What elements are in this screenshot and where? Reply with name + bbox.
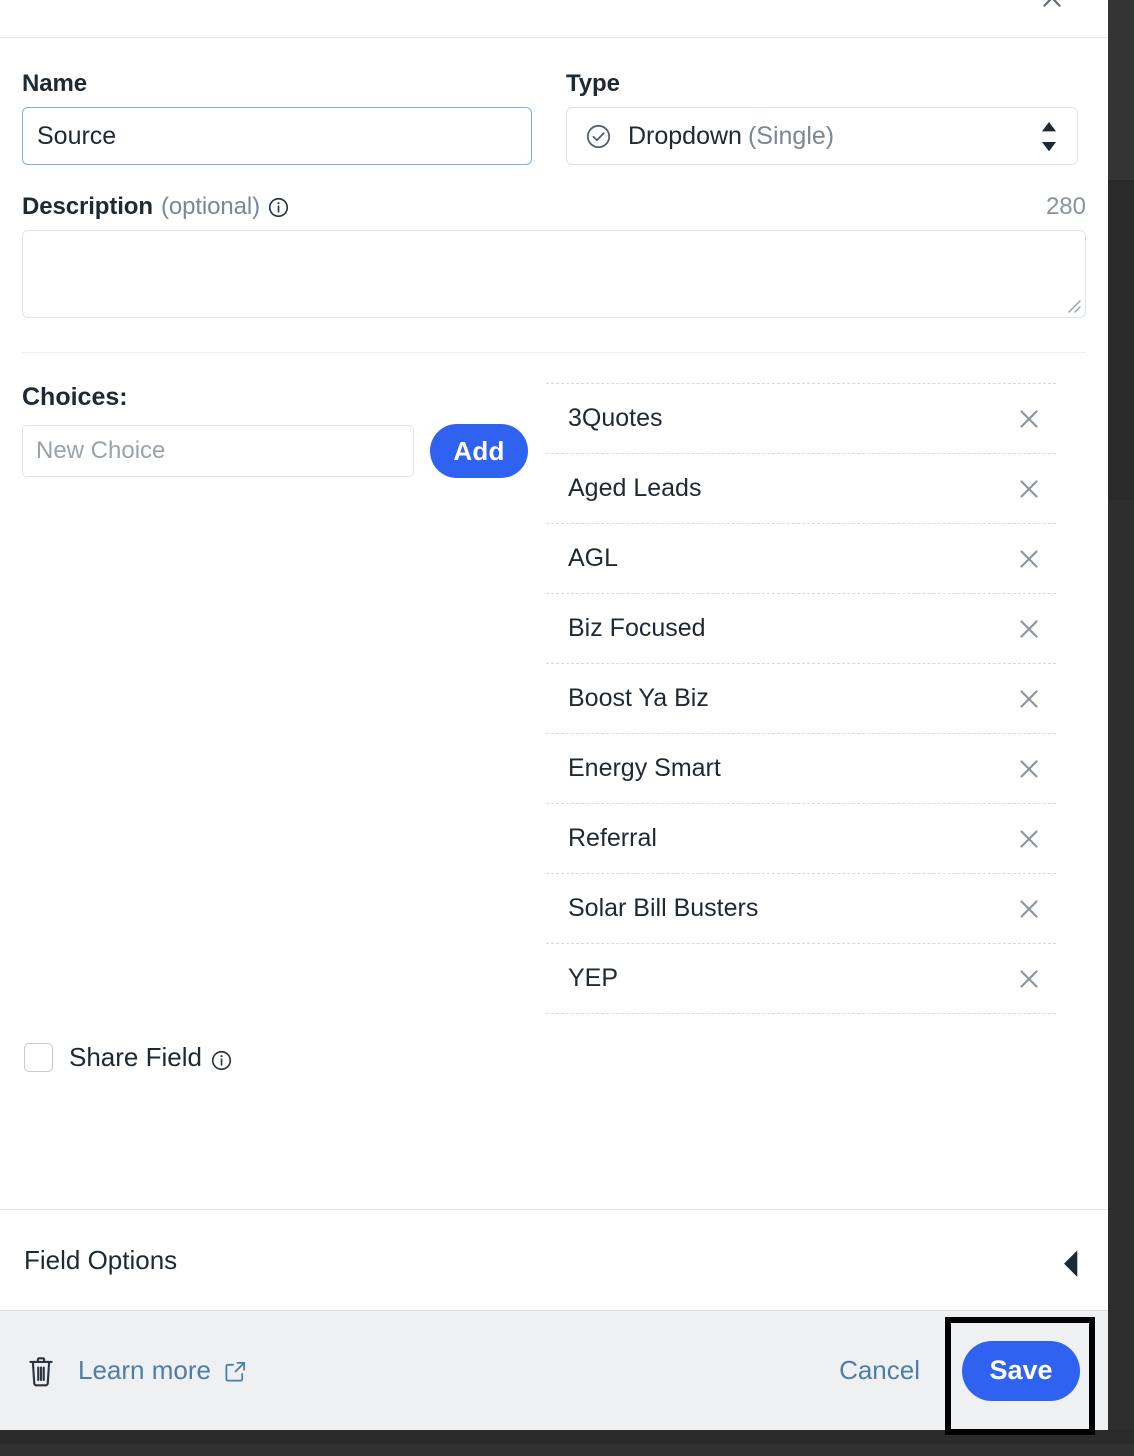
choice-label: 3Quotes: [568, 404, 663, 433]
choice-label: Solar Bill Busters: [568, 894, 758, 923]
choice-label: Energy Smart: [568, 754, 721, 783]
share-field-label: Share Field: [69, 1042, 232, 1073]
share-field-row: Share Field: [0, 1042, 1108, 1073]
new-choice-row: Add: [22, 424, 546, 478]
choice-item: Biz Focused: [546, 594, 1056, 664]
share-field-label-text: Share Field: [69, 1042, 202, 1073]
remove-choice-icon[interactable]: [1014, 894, 1044, 924]
edit-field-dialog: Name Type Dr: [0, 0, 1108, 1430]
remove-choice-icon[interactable]: [1014, 824, 1044, 854]
choices-list: 3Quotes Aged Leads AGL Biz Focused Boost Ya …: [546, 383, 1056, 1014]
choice-item: Referral: [546, 804, 1056, 874]
type-field-group: Type Dropdown (Single): [566, 70, 1078, 165]
description-label-text: Description: [22, 193, 153, 221]
choice-label: YEP: [568, 964, 618, 993]
share-field-checkbox[interactable]: [24, 1043, 53, 1072]
external-link-icon: [224, 1359, 247, 1382]
choice-label: Biz Focused: [568, 614, 706, 643]
chevron-left-icon[interactable]: [1064, 1249, 1080, 1271]
field-options-row[interactable]: Field Options: [0, 1210, 1108, 1310]
name-label-text: Name: [22, 70, 87, 98]
learn-more-link[interactable]: Learn more: [78, 1355, 247, 1386]
backdrop-band-mid: [1108, 180, 1134, 500]
add-choice-button[interactable]: Add: [430, 424, 528, 478]
remove-choice-icon[interactable]: [1014, 474, 1044, 504]
field-type-subvalue: (Single): [748, 122, 834, 151]
save-button[interactable]: Save: [962, 1341, 1080, 1401]
description-label: Description (optional): [22, 193, 289, 221]
choice-label: Aged Leads: [568, 474, 701, 503]
choice-item: Solar Bill Busters: [546, 874, 1056, 944]
backdrop-band-footer-2: [0, 1444, 1134, 1456]
choice-label: Referral: [568, 824, 657, 853]
field-options-label: Field Options: [24, 1245, 177, 1276]
remove-choice-icon[interactable]: [1014, 544, 1044, 574]
name-type-row: Name Type Dr: [22, 38, 1086, 165]
type-label-text: Type: [566, 70, 620, 98]
name-field-group: Name: [22, 70, 532, 165]
type-label: Type: [566, 70, 1078, 98]
backdrop-band-top: [1108, 0, 1134, 180]
choices-title: Choices:: [22, 383, 546, 412]
choice-item: 3Quotes: [546, 384, 1056, 454]
choice-label: Boost Ya Biz: [568, 684, 709, 713]
dialog-header: [0, 0, 1108, 38]
info-icon[interactable]: [268, 197, 289, 218]
trash-icon[interactable]: [26, 1355, 56, 1387]
field-name-input[interactable]: [22, 107, 532, 165]
cancel-button[interactable]: Cancel: [839, 1355, 920, 1386]
description-char-counter: 280: [1046, 193, 1086, 221]
field-type-value: Dropdown: [628, 122, 742, 151]
choices-editor: Choices: Add: [0, 383, 546, 1014]
dialog-footer: Learn more Cancel Save: [0, 1310, 1108, 1430]
info-icon[interactable]: [211, 1047, 232, 1068]
choice-label: AGL: [568, 544, 618, 573]
remove-choice-icon[interactable]: [1014, 964, 1044, 994]
remove-choice-icon[interactable]: [1014, 684, 1044, 714]
choices-section: Choices: Add 3Quotes Aged Leads AGL Biz Foc…: [0, 353, 1108, 1014]
description-optional-text: (optional): [161, 193, 260, 221]
dialog-body: Name Type Dr: [0, 38, 1108, 1310]
close-icon[interactable]: [1034, 0, 1070, 16]
remove-choice-icon[interactable]: [1014, 614, 1044, 644]
field-type-select[interactable]: Dropdown (Single): [566, 107, 1078, 165]
remove-choice-icon[interactable]: [1014, 404, 1044, 434]
check-circle-icon: [585, 123, 612, 150]
choice-item: YEP: [546, 944, 1056, 1014]
sort-arrows-icon: [1041, 122, 1057, 150]
backdrop-band-bottom: [1108, 500, 1134, 1430]
choice-item: AGL: [546, 524, 1056, 594]
resize-grip-icon[interactable]: [1064, 296, 1082, 314]
choices-list-wrapper: 3Quotes Aged Leads AGL Biz Focused Boost Ya …: [546, 383, 1086, 1014]
description-textarea[interactable]: [22, 230, 1086, 318]
choice-item: Aged Leads: [546, 454, 1056, 524]
new-choice-input[interactable]: [22, 425, 414, 477]
description-header: Description (optional) 280: [22, 193, 1086, 221]
learn-more-label: Learn more: [78, 1355, 211, 1386]
name-label: Name: [22, 70, 532, 98]
choice-item: Boost Ya Biz: [546, 664, 1056, 734]
choice-item: Energy Smart: [546, 734, 1056, 804]
remove-choice-icon[interactable]: [1014, 754, 1044, 784]
